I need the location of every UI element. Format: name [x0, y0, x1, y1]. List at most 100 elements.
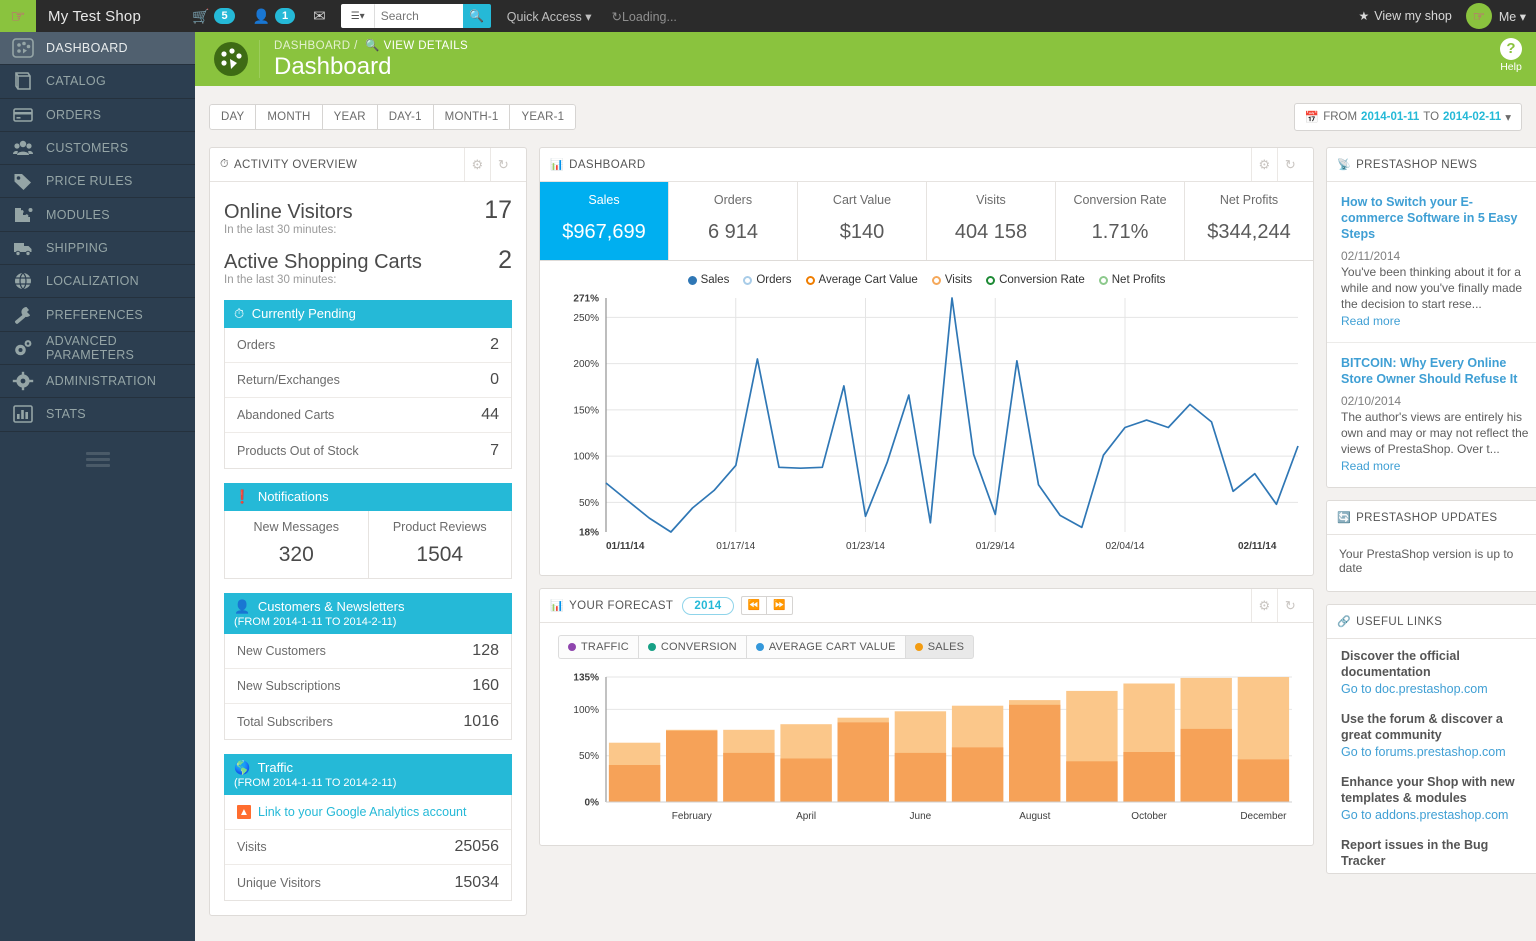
- customers-newsletters-table: New Customers128New Subscriptions160Tota…: [224, 634, 512, 740]
- range-button-year-1[interactable]: YEAR-1: [509, 104, 576, 130]
- table-row[interactable]: Orders2: [225, 328, 511, 363]
- sidebar-collapse-handle[interactable]: [0, 432, 195, 490]
- range-button-day-1[interactable]: DAY-1: [377, 104, 433, 130]
- kpi-tile-net-profits[interactable]: Net Profits$344,244: [1185, 182, 1313, 260]
- table-row[interactable]: New Subscriptions160: [225, 669, 511, 704]
- page-header-text: DASHBOARD / 🔍 VIEW DETAILS Dashboard: [274, 38, 468, 81]
- sidebar-item-localization[interactable]: LOCALIZATION: [0, 265, 195, 298]
- table-row[interactable]: Products Out of Stock7: [225, 433, 511, 468]
- customers-newsletters-subtitle: (FROM 2014-1-11 TO 2014-2-11): [234, 616, 502, 628]
- forecast-year[interactable]: 2014: [682, 597, 733, 615]
- sidebar-item-customers[interactable]: CUSTOMERS: [0, 132, 195, 165]
- sidebar-item-dashboard[interactable]: DASHBOARD: [0, 32, 195, 65]
- breadcrumb-root[interactable]: DASHBOARD: [274, 40, 350, 52]
- table-row[interactable]: Total Subscribers1016: [225, 704, 511, 739]
- kpi-tile-visits[interactable]: Visits404 158: [927, 182, 1056, 260]
- app-logo[interactable]: ☞: [0, 0, 36, 32]
- quick-access-dropdown[interactable]: Quick Access ▾: [507, 9, 592, 24]
- useful-link-url[interactable]: Go to doc.prestashop.com: [1341, 680, 1531, 698]
- legend-label: Conversion Rate: [999, 274, 1085, 286]
- range-button-day[interactable]: DAY: [209, 104, 255, 130]
- notifications-table: New Messages 320 Product Reviews 1504: [224, 511, 512, 579]
- forecast-toggle-sales[interactable]: SALES: [905, 635, 974, 659]
- forecast-toggle-conversion[interactable]: CONVERSION: [638, 635, 746, 659]
- hand-logo-icon: ☞: [10, 8, 25, 25]
- sidebar-item-price-rules[interactable]: PRICE RULES: [0, 165, 195, 198]
- refresh-icon[interactable]: ↻: [1277, 148, 1303, 181]
- cart-shortcut[interactable]: 🛒 5: [183, 0, 244, 32]
- search-button[interactable]: 🔍: [463, 4, 491, 28]
- shop-name-label[interactable]: My Test Shop: [48, 8, 141, 25]
- read-more-link[interactable]: Read more: [1341, 314, 1400, 328]
- legend-item-conversion-rate[interactable]: Conversion Rate: [986, 274, 1085, 286]
- range-button-month-1[interactable]: MONTH-1: [433, 104, 510, 130]
- kpi-tile-sales[interactable]: Sales$967,699: [540, 182, 669, 260]
- forecast-toggle-traffic[interactable]: TRAFFIC: [558, 635, 638, 659]
- table-row[interactable]: New Customers128: [225, 634, 511, 669]
- table-row[interactable]: Unique Visitors15034: [225, 865, 511, 900]
- useful-link-url[interactable]: Go to addons.prestashop.com: [1341, 806, 1531, 824]
- date-range-picker[interactable]: 📅 FROM 2014-01-11 TO 2014-02-11 ▾: [1294, 103, 1522, 131]
- google-analytics-link[interactable]: ▲ Link to your Google Analytics account: [225, 795, 511, 830]
- table-row[interactable]: Visits25056: [225, 830, 511, 865]
- line-chart-svg: 18%50%100%150%200%250%271%01/11/1401/17/…: [540, 288, 1313, 566]
- user-menu[interactable]: Me ▾: [1499, 9, 1526, 24]
- legend-item-visits[interactable]: Visits: [932, 274, 972, 286]
- legend-item-sales[interactable]: Sales: [688, 274, 730, 286]
- search-input[interactable]: [375, 4, 463, 28]
- sidebar-item-modules[interactable]: MODULES: [0, 198, 195, 231]
- currently-pending-header: ⏱ Currently Pending: [224, 300, 512, 328]
- double-left-arrow-icon[interactable]: ⏪: [741, 596, 767, 615]
- view-my-shop-link[interactable]: ★ View my shop: [1359, 9, 1452, 23]
- panel-tools: ⚙ ↻: [464, 148, 516, 181]
- sidebar-item-orders[interactable]: ORDERS: [0, 99, 195, 132]
- kpi-tile-conversion-rate[interactable]: Conversion Rate1.71%: [1056, 182, 1185, 260]
- product-reviews-cell[interactable]: Product Reviews 1504: [369, 511, 512, 578]
- sidebar-item-administration[interactable]: ADMINISTRATION: [0, 365, 195, 398]
- refresh-icon[interactable]: ↻: [1277, 589, 1303, 622]
- help-button[interactable]: ? Help: [1500, 38, 1522, 73]
- table-row[interactable]: Abandoned Carts44: [225, 398, 511, 433]
- row-value: 2: [490, 336, 499, 354]
- forecast-toggle-average-cart-value[interactable]: AVERAGE CART VALUE: [746, 635, 905, 659]
- legend-item-average-cart-value[interactable]: Average Cart Value: [806, 274, 918, 286]
- read-more-link[interactable]: Read more: [1341, 459, 1400, 473]
- kpi-tile-orders[interactable]: Orders6 914: [669, 182, 798, 260]
- sidebar-item-stats[interactable]: STATS: [0, 398, 195, 431]
- refresh-icon[interactable]: ↻: [490, 148, 516, 181]
- customers-shortcut[interactable]: 👤 1: [244, 0, 305, 32]
- kpi-tile-cart-value[interactable]: Cart Value$140: [798, 182, 927, 260]
- sidebar-item-shipping[interactable]: SHIPPING: [0, 232, 195, 265]
- gear-icon[interactable]: ⚙: [464, 148, 490, 181]
- sidebar-item-label: PREFERENCES: [46, 308, 143, 322]
- range-button-year[interactable]: YEAR: [322, 104, 377, 130]
- main-sidebar: DASHBOARDCATALOGORDERSCUSTOMERSPRICE RUL…: [0, 32, 195, 941]
- sidebar-item-advanced-parameters[interactable]: ADVANCED PARAMETERS: [0, 332, 195, 365]
- useful-link-url[interactable]: Go to forums.prestashop.com: [1341, 743, 1531, 761]
- gear-icon[interactable]: ⚙: [1251, 148, 1277, 181]
- messages-shortcut[interactable]: ✉: [304, 0, 335, 32]
- search-type-dropdown[interactable]: ☰▾: [341, 4, 375, 28]
- sidebar-item-catalog[interactable]: CATALOG: [0, 65, 195, 98]
- legend-label: Visits: [945, 274, 972, 286]
- legend-dot: [743, 276, 752, 285]
- useful-link-item: Report issues in the Bug Tracker: [1327, 828, 1536, 873]
- range-button-month[interactable]: MONTH: [255, 104, 321, 130]
- gear-icon[interactable]: ⚙: [1251, 589, 1277, 622]
- legend-label: Orders: [756, 274, 791, 286]
- legend-item-net-profits[interactable]: Net Profits: [1099, 274, 1166, 286]
- double-right-arrow-icon[interactable]: ⏩: [766, 596, 793, 615]
- useful-link-title: Report issues in the Bug Tracker: [1341, 837, 1531, 869]
- news-title[interactable]: BITCOIN: Why Every Online Store Owner Sh…: [1341, 355, 1531, 387]
- avatar[interactable]: ☞: [1466, 3, 1492, 29]
- view-details-link[interactable]: 🔍 VIEW DETAILS: [365, 40, 468, 52]
- news-title[interactable]: How to Switch your E-commerce Software i…: [1341, 194, 1531, 242]
- new-messages-cell[interactable]: New Messages 320: [225, 511, 369, 578]
- sidebar-item-preferences[interactable]: PREFERENCES: [0, 298, 195, 331]
- google-analytics-icon: ▲: [237, 805, 251, 819]
- people-icon: [8, 136, 38, 160]
- clock-icon: ⏱: [234, 306, 244, 321]
- table-row[interactable]: Return/Exchanges0: [225, 363, 511, 398]
- legend-label: TRAFFIC: [581, 641, 629, 653]
- legend-item-orders[interactable]: Orders: [743, 274, 791, 286]
